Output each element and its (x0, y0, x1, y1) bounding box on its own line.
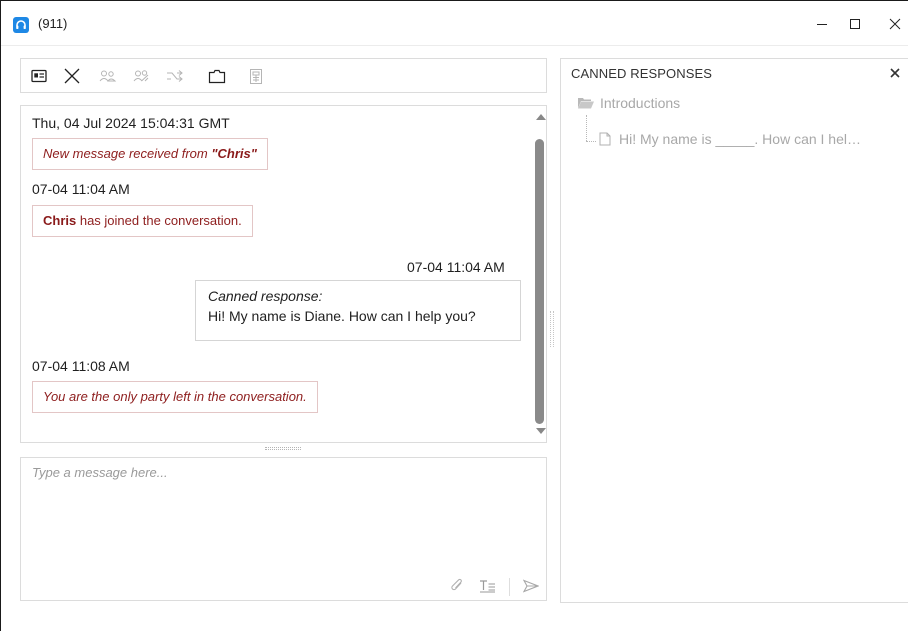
canned-responses-panel: CANNED RESPONSES Introductions Hi! My na… (560, 58, 908, 603)
joined-name: Chris (43, 213, 77, 228)
send-button[interactable] (521, 576, 541, 596)
format-text-icon (480, 580, 495, 593)
transfer-button[interactable] (165, 66, 185, 86)
case-data-button[interactable] (246, 66, 266, 86)
new-message-sender: "Chris" (211, 146, 257, 161)
close-window-button[interactable] (879, 11, 908, 37)
conference-icon (133, 70, 149, 82)
joined-suffix: has joined the conversation. (76, 213, 242, 228)
tree-connector (586, 141, 596, 142)
new-message-prefix: New message received from (43, 146, 212, 161)
system-message-left: You are the only party left in the conve… (32, 381, 318, 413)
close-canned-button[interactable] (886, 64, 904, 82)
chat-window: (911) Thu, 04 Jul 2024 15:04:31 GMT New … (0, 0, 908, 631)
chat-toolbar (20, 58, 547, 93)
close-icon (889, 18, 901, 30)
folder-icon (208, 69, 226, 84)
scroll-up-arrow-icon[interactable] (536, 114, 546, 120)
folder-label: Introductions (600, 95, 681, 111)
contact-card-icon (31, 69, 47, 83)
left-timestamp: 07-04 11:08 AM (32, 358, 130, 374)
left-text: You are the only party left in the conve… (43, 389, 307, 404)
canned-response-label: Canned response: (208, 288, 323, 304)
scroll-thumb[interactable] (535, 139, 544, 424)
agent-timestamp: 07-04 11:04 AM (407, 259, 505, 275)
close-icon (890, 68, 900, 78)
joined-timestamp: 07-04 11:04 AM (32, 181, 130, 197)
horizontal-splitter[interactable] (265, 447, 301, 453)
contact-card-button[interactable] (29, 66, 49, 86)
agent-message-text: Hi! My name is Diane. How can I help you… (208, 308, 476, 324)
folder-open-icon (578, 98, 594, 109)
vertical-splitter[interactable] (550, 311, 554, 347)
system-message-joined: Chris has joined the conversation. (32, 205, 253, 237)
attach-icon (451, 578, 462, 591)
message-composer (20, 457, 547, 601)
attach-button[interactable] (447, 576, 467, 596)
headset-app-icon (13, 17, 29, 33)
canned-response-item[interactable]: Hi! My name is _____. How can I hel… (599, 129, 861, 149)
grip-icon (265, 447, 301, 450)
composer-divider (509, 578, 510, 596)
session-timestamp: Thu, 04 Jul 2024 15:04:31 GMT (32, 115, 230, 131)
maximize-button[interactable] (839, 11, 871, 37)
consult-icon (99, 70, 117, 82)
end-chat-icon (64, 68, 80, 84)
send-icon (523, 579, 539, 593)
system-message-new: New message received from "Chris" (32, 138, 268, 170)
title-bar: (911) (1, 1, 908, 45)
message-input[interactable] (21, 458, 546, 568)
consult-button[interactable] (98, 66, 118, 86)
case-icon (250, 68, 262, 84)
scroll-down-arrow-icon[interactable] (536, 428, 546, 434)
window-title: (911) (38, 16, 68, 31)
transfer-icon (167, 70, 183, 82)
agent-message: Canned response: Hi! My name is Diane. H… (195, 280, 521, 341)
maximize-icon (850, 19, 860, 29)
document-icon (599, 132, 611, 146)
transcript-scrollbar[interactable] (533, 106, 546, 442)
conference-button[interactable] (131, 66, 151, 86)
tree-connector (586, 115, 587, 141)
end-chat-button[interactable] (62, 66, 82, 86)
minimize-button[interactable] (806, 11, 838, 37)
tree-folder-introductions[interactable]: Introductions (577, 93, 680, 113)
folder-button[interactable] (207, 66, 227, 86)
minimize-icon (817, 24, 827, 25)
title-divider (1, 45, 908, 46)
canned-responses-title: CANNED RESPONSES (571, 66, 713, 81)
format-text-button[interactable] (478, 576, 498, 596)
canned-response-text: Hi! My name is _____. How can I hel… (619, 131, 861, 147)
chat-transcript: Thu, 04 Jul 2024 15:04:31 GMT New messag… (20, 105, 547, 443)
